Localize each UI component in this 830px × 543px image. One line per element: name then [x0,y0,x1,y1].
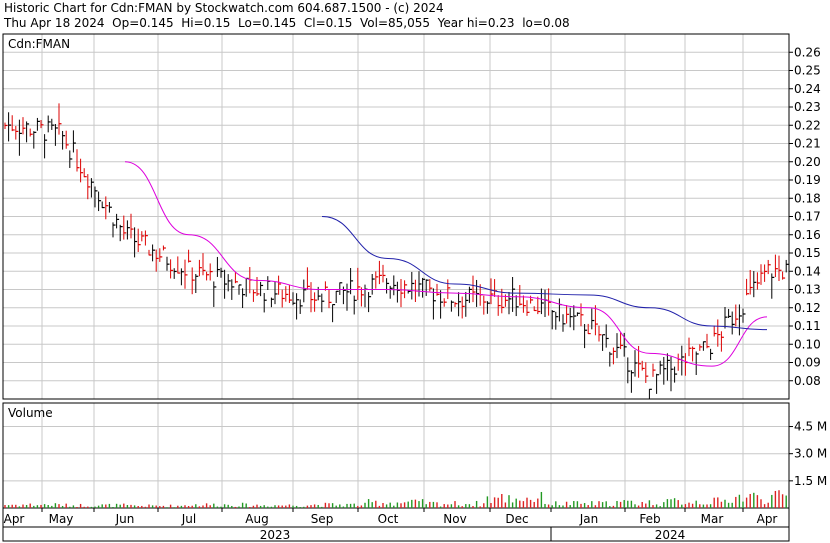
chart-stage: Historic Chart for Cdn:FMAN by Stockwatc… [0,0,830,543]
price-tick-label: 0.14 [794,264,821,278]
month-label: Nov [443,512,466,526]
month-label: Jun [115,512,135,526]
price-tick-label: 0.13 [794,283,821,297]
price-tick-label: 0.11 [794,319,821,333]
volume-panel-frame [2,402,790,509]
price-tick-label: 0.24 [794,82,821,96]
month-label: Jul [181,512,196,526]
volume-tick-label: 4.5 M [794,420,827,434]
volume-panel-label: Volume [8,406,53,420]
year-label: 2023 [260,528,291,542]
price-tick-label: 0.19 [794,173,821,187]
month-label: Apr [4,512,25,526]
month-label: Aug [245,512,268,526]
price-tick-label: 0.25 [794,64,821,78]
price-tick-label: 0.20 [794,155,821,169]
month-label: Sep [311,512,334,526]
price-tick-label: 0.10 [794,337,821,351]
year-label: 2024 [655,528,686,542]
month-label: Mar [701,512,724,526]
price-tick-label: 0.15 [794,246,821,260]
month-label: Dec [505,512,528,526]
month-label: Oct [378,512,399,526]
price-tick-label: 0.26 [794,45,821,59]
month-label: Apr [757,512,778,526]
stock-chart-svg: 0.08 0.09 0.10 0.11 0.12 0.13 0.14 0.15 0.16 0.17… [2,33,827,542]
price-tick-label: 0.18 [794,191,821,205]
price-tick-label: 0.16 [794,228,821,242]
volume-tick-label: 1.5 M [794,474,827,488]
price-tick-label: 0.12 [794,301,821,315]
volume-tick-label: 3.0 M [794,447,827,461]
moving-average-short-line [124,161,768,367]
price-panel-label: Cdn:FMAN [8,37,70,51]
price-tick-label: 0.23 [794,100,821,114]
month-label: Jan [579,512,599,526]
price-tick-label: 0.08 [794,374,821,388]
month-label: May [49,512,74,526]
month-label: Feb [639,512,660,526]
price-tick-label: 0.22 [794,118,821,132]
price-tick-label: 0.09 [794,356,821,370]
price-tick-label: 0.17 [794,210,821,224]
price-tick-label: 0.21 [794,137,821,151]
